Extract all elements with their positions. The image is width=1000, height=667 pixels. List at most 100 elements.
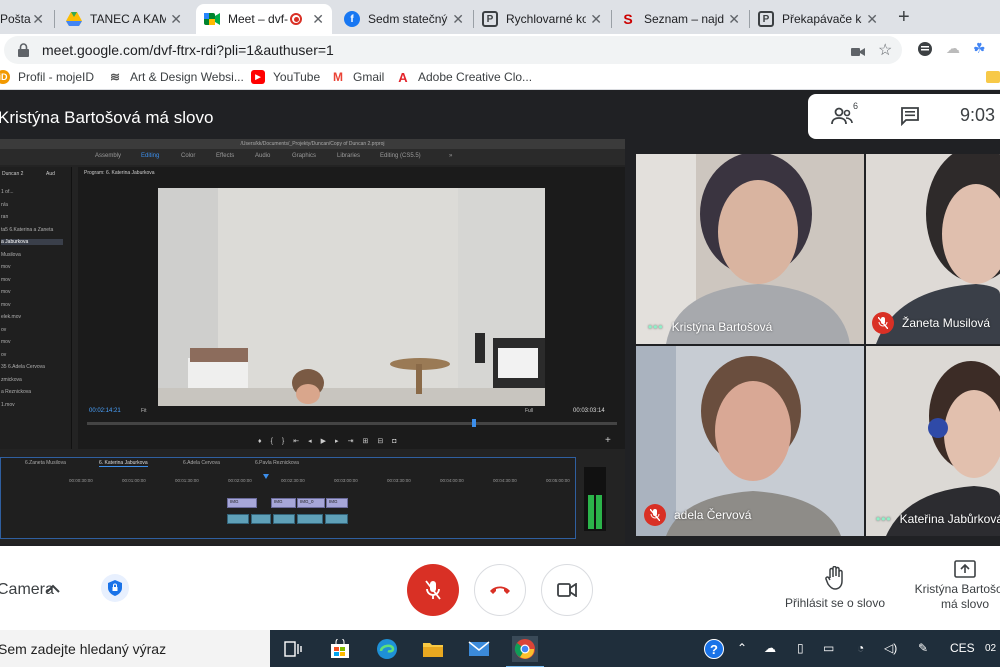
project-item[interactable]: zmickova <box>1 377 63 383</box>
host-controls-button[interactable] <box>101 574 129 602</box>
audio-clip[interactable] <box>227 514 249 524</box>
extension-icon[interactable]: ☁ <box>946 40 960 57</box>
project-item[interactable]: a Jaburkova <box>1 239 63 245</box>
sequence-tab[interactable]: 6.Adela Cervova <box>183 460 220 466</box>
bookmark-mojeid[interactable]: iD Profil - mojeID <box>0 70 94 84</box>
sequence-tab[interactable]: 6.Pavla Reznickova <box>255 460 299 466</box>
extract-icon[interactable]: ⊟ <box>377 438 392 445</box>
tab-seznam[interactable]: S Seznam – najdu tam ✕ <box>612 4 748 34</box>
new-tab-button[interactable]: + <box>898 6 910 29</box>
project-item[interactable]: ov <box>1 352 63 358</box>
quality-dropdown[interactable]: Full <box>525 408 533 414</box>
close-icon[interactable]: ✕ <box>728 11 740 28</box>
add-button-icon[interactable]: + <box>605 435 611 446</box>
go-to-out-icon[interactable]: ⇥ <box>348 438 363 445</box>
chevron-up-icon[interactable] <box>46 584 60 594</box>
workspace-tab[interactable]: Editing (CS5.5) <box>380 153 421 159</box>
edge-icon[interactable] <box>374 636 400 662</box>
marker-icon[interactable]: ♦ <box>258 438 271 445</box>
taskbar-clock[interactable]: 02 <box>985 643 996 654</box>
onedrive-cloud-icon[interactable]: ☁ <box>764 641 776 655</box>
bookmark-adobe[interactable]: A Adobe Creative Clo... <box>396 70 532 85</box>
project-item[interactable]: mov <box>1 339 63 345</box>
audio-panel-tab[interactable]: Aud <box>46 171 55 177</box>
address-bar[interactable]: meet.google.com/dvf-ftrx-rdi?pli=1&authu… <box>4 36 902 64</box>
step-back-icon[interactable]: ◂ <box>308 438 321 445</box>
close-icon[interactable]: ✕ <box>452 11 464 28</box>
task-view-icon[interactable] <box>280 636 306 662</box>
project-item[interactable]: 1.mov <box>1 402 63 408</box>
export-frame-icon[interactable]: ◘ <box>392 438 405 445</box>
audio-clip[interactable] <box>297 514 323 524</box>
workspace-tab[interactable]: Color <box>181 153 195 159</box>
workspace-tab[interactable]: Effects <box>216 153 234 159</box>
folder-icon[interactable] <box>986 71 1000 83</box>
video-clip[interactable]: IMG <box>227 498 257 508</box>
project-panel-title[interactable]: Duncan 2 <box>2 171 23 177</box>
mail-app-icon[interactable] <box>466 636 492 662</box>
project-item[interactable]: mov <box>1 264 63 270</box>
go-to-in-icon[interactable]: ⇤ <box>293 438 308 445</box>
presenting-button[interactable]: Kristýna Bartošová má slovo <box>910 560 1000 612</box>
chat-icon[interactable] <box>900 106 920 126</box>
project-item[interactable]: mov <box>1 277 63 283</box>
tab-konvice[interactable]: P Rychlovarné konvice ✕ <box>474 4 610 34</box>
sequence-tab[interactable]: 6.Zaneta Musilova <box>25 460 66 466</box>
project-item[interactable]: elek.mov <box>1 314 63 320</box>
project-item[interactable]: ov <box>1 327 63 333</box>
step-forward-icon[interactable]: ▸ <box>335 438 348 445</box>
audio-clip[interactable] <box>325 514 348 524</box>
tab-mail[interactable]: Pošta ✕ <box>0 4 52 34</box>
workspace-tab[interactable]: Audio <box>255 153 270 159</box>
raise-hand-button[interactable]: Přihlásit se o slovo <box>780 566 890 610</box>
project-item[interactable]: 35 6.Adela Cervova <box>1 364 63 370</box>
project-item[interactable]: a Reznickova <box>1 389 63 395</box>
sequence-tab[interactable]: 6. Katerina Jaburkova <box>99 460 148 467</box>
volume-icon[interactable]: ◁) <box>884 641 897 655</box>
pen-icon[interactable]: ✎ <box>918 641 928 655</box>
microphone-toggle-button[interactable] <box>407 564 459 616</box>
extension-icon[interactable]: ☘ <box>973 40 986 57</box>
camera-indicator-icon[interactable] <box>851 44 865 60</box>
close-icon[interactable]: ✕ <box>170 11 182 28</box>
project-item[interactable]: 1 of... <box>1 189 63 195</box>
camera-toggle-button[interactable] <box>541 564 593 616</box>
tab-facebook[interactable]: f Sedm statečných ✕ <box>336 4 472 34</box>
store-icon[interactable] <box>327 636 353 662</box>
project-item[interactable]: Musilova <box>1 252 63 258</box>
workspace-tab[interactable]: Graphics <box>292 153 316 159</box>
workspace-tab[interactable]: Libraries <box>337 153 360 159</box>
bookmark-youtube[interactable]: ▶ YouTube <box>251 70 320 84</box>
project-item[interactable]: ran <box>1 214 63 220</box>
close-icon[interactable]: ✕ <box>866 11 878 28</box>
participant-tile[interactable]: adela Červová <box>636 346 864 536</box>
usb-device-icon[interactable]: ▯ <box>797 641 804 655</box>
extension-icon[interactable] <box>917 41 933 60</box>
taskbar-search-box[interactable]: Sem zadejte hledaný výraz <box>0 630 270 667</box>
participant-tile[interactable]: Žaneta Musilová <box>866 154 1000 344</box>
video-clip[interactable]: IMG <box>326 498 348 508</box>
video-clip[interactable]: IMG_0 <box>297 498 325 508</box>
tab-meet[interactable]: Meet – dvf-ftrx-rdi ✕ <box>196 4 332 34</box>
lift-icon[interactable]: ⊞ <box>362 438 377 445</box>
video-clip[interactable]: IMG <box>271 498 296 508</box>
tab-tanec[interactable]: TANEC A KAMERA ✕ <box>58 4 190 34</box>
playhead-marker-icon[interactable] <box>263 474 269 479</box>
playhead-handle[interactable] <box>472 419 476 427</box>
bookmark-art[interactable]: ≋ Art & Design Websi... <box>108 70 244 84</box>
workspace-tab[interactable]: Editing <box>141 153 159 159</box>
lock-icon[interactable] <box>18 43 29 57</box>
chrome-icon[interactable] <box>506 636 544 667</box>
bookmark-gmail[interactable]: M Gmail <box>331 70 384 84</box>
help-icon[interactable]: ? <box>701 636 727 662</box>
more-icon[interactable]: » <box>449 153 452 159</box>
input-language[interactable]: CES <box>950 641 975 655</box>
people-icon[interactable] <box>830 104 854 128</box>
project-item[interactable]: mov <box>1 289 63 295</box>
current-timecode[interactable]: 00:02:14:21 <box>89 408 121 414</box>
workspace-tab[interactable]: Assembly <box>95 153 121 159</box>
audio-clip[interactable] <box>273 514 295 524</box>
participant-tile[interactable]: ••• Kristýna Bartošová <box>636 154 864 344</box>
participant-tile[interactable]: ••• Kateřina Jabůrková <box>866 346 1000 536</box>
chevron-up-icon[interactable]: ⌃ <box>737 641 747 655</box>
